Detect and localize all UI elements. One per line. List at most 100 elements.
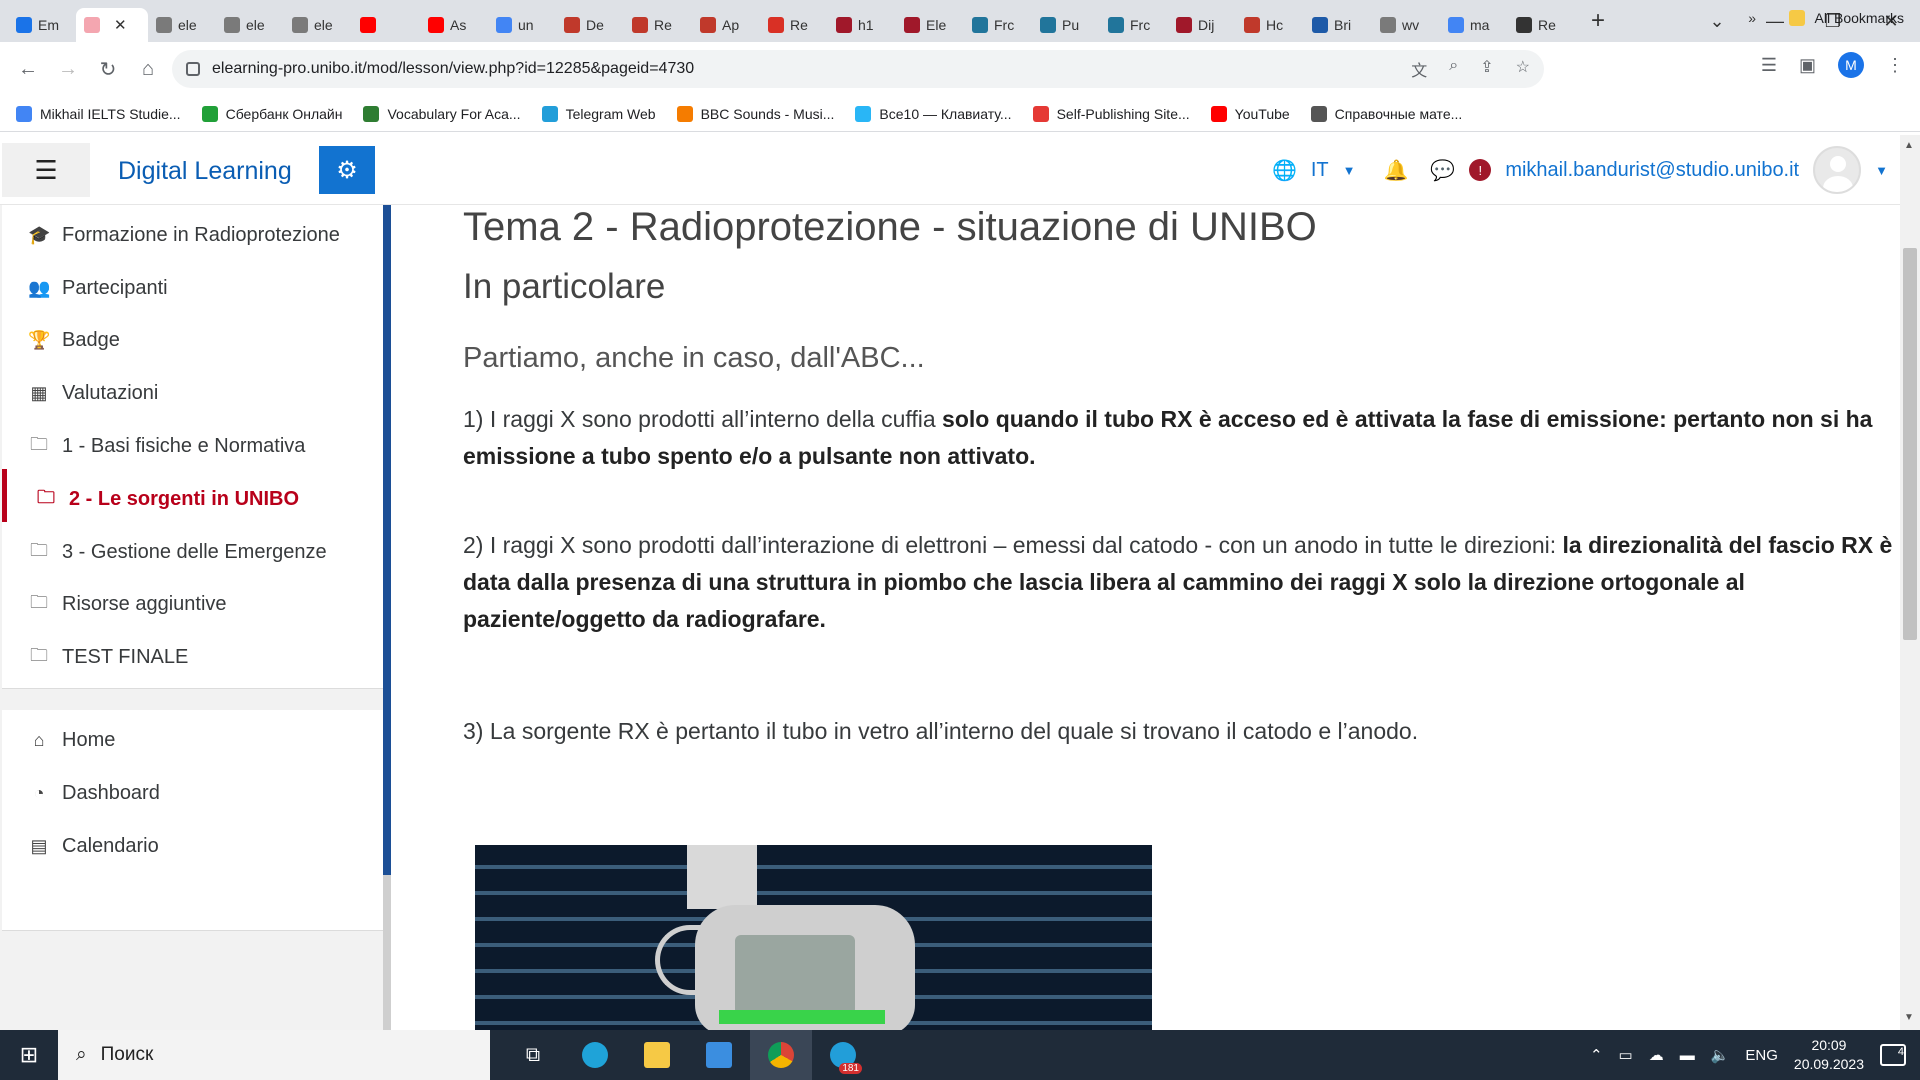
tab-label: Bri (1334, 17, 1352, 33)
tab-label: De (586, 17, 604, 33)
chat-icon[interactable]: 💬 (1430, 158, 1455, 183)
translate-icon[interactable]: 文 (1411, 57, 1427, 81)
reading-list-icon[interactable]: ☰ (1761, 55, 1777, 76)
scroll-up-icon[interactable]: ▲ (1904, 140, 1914, 151)
sidebar-nav-item-partial[interactable] (2, 869, 383, 931)
tab[interactable]: Pu (1032, 8, 1100, 42)
chevron-down-icon[interactable]: ▼ (1343, 163, 1356, 178)
file-explorer-icon[interactable] (626, 1030, 688, 1080)
bookmark-star-icon[interactable]: ☆ (1516, 57, 1530, 81)
tray-overflow-icon[interactable]: ⌃ (1590, 1046, 1603, 1064)
chrome-icon[interactable] (750, 1030, 812, 1080)
tab[interactable]: Re (760, 8, 828, 42)
tab[interactable]: Em (8, 8, 76, 42)
tab[interactable]: Frc (964, 8, 1032, 42)
profile-avatar[interactable]: M (1838, 52, 1864, 78)
task-view-icon[interactable]: ⧉ (502, 1030, 564, 1080)
bookmark-item[interactable]: Vocabulary For Aca... (363, 105, 521, 122)
tab[interactable]: Ele (896, 8, 964, 42)
browser-menu-icon[interactable]: ⋮ (1886, 55, 1904, 76)
edge-icon[interactable] (564, 1030, 626, 1080)
zoom-icon[interactable]: ⌕ (1449, 57, 1458, 81)
all-bookmarks-button[interactable]: All Bookmarks (1788, 0, 1904, 36)
telegram-badge: 181 (839, 1063, 862, 1074)
tab[interactable]: Ap (692, 8, 760, 42)
clock-time: 20:09 (1811, 1037, 1847, 1053)
tab[interactable]: ele (148, 8, 216, 42)
tab-close-icon[interactable]: ✕ (114, 16, 127, 34)
tab[interactable]: wv (1372, 8, 1440, 42)
tab-search-icon[interactable]: ⌄ (1688, 11, 1746, 32)
clock[interactable]: 20:09 20.09.2023 (1794, 1036, 1864, 1074)
course-settings-gear-icon[interactable]: ⚙ (319, 146, 375, 194)
tab[interactable]: Hc (1236, 8, 1304, 42)
sidebar-scrollbar[interactable] (383, 875, 391, 1030)
user-alert-icon[interactable]: ! (1469, 159, 1492, 181)
tab[interactable]: Dij (1168, 8, 1236, 42)
home-button[interactable]: ⌂ (130, 51, 166, 87)
all-bookmarks-label: All Bookmarks (1814, 10, 1904, 26)
page-scrollbar-thumb[interactable] (1903, 248, 1917, 640)
volume-icon[interactable]: 🔈 (1711, 1046, 1730, 1064)
sidebar-item[interactable]: 🗀 TEST FINALE (2, 627, 383, 689)
telegram-icon[interactable]: 181 (812, 1030, 874, 1080)
tab[interactable]: Re (624, 8, 692, 42)
bookmark-label: Сбербанк Онлайн (225, 105, 343, 122)
tab[interactable]: De (556, 8, 624, 42)
tab-active[interactable]: ✕ (76, 8, 148, 42)
bookmark-item[interactable]: Self-Publishing Site... (1032, 105, 1190, 122)
bookmark-item[interactable]: BBC Sounds - Musi... (676, 105, 834, 122)
notifications-icon[interactable]: 4 (1880, 1044, 1906, 1066)
site-info-icon[interactable] (186, 62, 200, 76)
share-icon[interactable]: ⇪ (1480, 57, 1493, 81)
bookmark-item[interactable]: Telegram Web (541, 105, 656, 122)
back-button[interactable]: ← (10, 51, 46, 87)
avatar[interactable] (1813, 146, 1862, 194)
taskbar-search-input[interactable]: ⌕ Поиск (58, 1030, 490, 1080)
globe-icon[interactable]: 🌐 (1272, 158, 1297, 183)
tab-favicon-icon (496, 17, 512, 33)
address-bar[interactable]: elearning-pro.unibo.it/mod/lesson/view.p… (172, 50, 1544, 88)
tab[interactable]: Re (1508, 8, 1576, 42)
bookmark-item[interactable]: Сбербанк Онлайн (201, 105, 343, 122)
bookmark-item[interactable]: Mikhail IELTS Studie... (16, 105, 181, 122)
windows-start-icon[interactable]: ⊞ (0, 1030, 58, 1080)
forward-button[interactable]: → (50, 51, 86, 87)
tab[interactable]: ele (284, 8, 352, 42)
tab[interactable] (352, 8, 420, 42)
user-email[interactable]: mikhail.bandurist@studio.unibo.it (1505, 159, 1799, 182)
language-selector[interactable]: IT (1311, 159, 1329, 182)
tab[interactable]: h1 (828, 8, 896, 42)
battery-icon[interactable]: ▬ (1680, 1047, 1695, 1064)
input-language[interactable]: ENG (1745, 1047, 1778, 1064)
user-menu-chevron-icon[interactable]: ▼ (1875, 163, 1888, 178)
tab-label: Dij (1198, 17, 1215, 33)
new-tab-button[interactable]: + (1580, 3, 1616, 39)
bookmarks-overflow-button[interactable]: » (1748, 0, 1756, 36)
bell-icon[interactable]: 🔔 (1384, 158, 1409, 183)
network-icon[interactable]: ▭ (1619, 1046, 1633, 1064)
onedrive-icon[interactable]: ☁ (1649, 1046, 1664, 1064)
tab[interactable]: ma (1440, 8, 1508, 42)
tab[interactable]: Bri (1304, 8, 1372, 42)
mail-icon[interactable] (688, 1030, 750, 1080)
bookmark-item[interactable]: Все10 — Клавиату... (855, 105, 1012, 122)
bookmark-item[interactable]: Справочные мате... (1310, 105, 1462, 122)
tab-label: Re (654, 17, 672, 33)
reload-button[interactable]: ↻ (90, 51, 126, 87)
tab-label: Hc (1266, 17, 1284, 33)
paragraph-2-text: 2) I raggi X sono prodotti dall’interazi… (463, 532, 1563, 558)
scroll-down-icon[interactable]: ▼ (1904, 1012, 1914, 1023)
tab[interactable]: As (420, 8, 488, 42)
tab[interactable]: un (488, 8, 556, 42)
x-ray-device-image[interactable] (475, 845, 1152, 1030)
tab-label: un (518, 17, 534, 33)
drawer-toggle-button[interactable]: ☰ (2, 143, 90, 197)
bookmark-item[interactable]: YouTube (1210, 105, 1290, 122)
tab-label: Frc (1130, 17, 1151, 33)
sidebar-item-label: 1 - Basi fisiche e Normativa (62, 435, 306, 457)
side-panel-icon[interactable]: ▣ (1799, 55, 1816, 76)
site-brand[interactable]: Digital Learning (118, 157, 292, 186)
tab[interactable]: Frc (1100, 8, 1168, 42)
tab[interactable]: ele (216, 8, 284, 42)
